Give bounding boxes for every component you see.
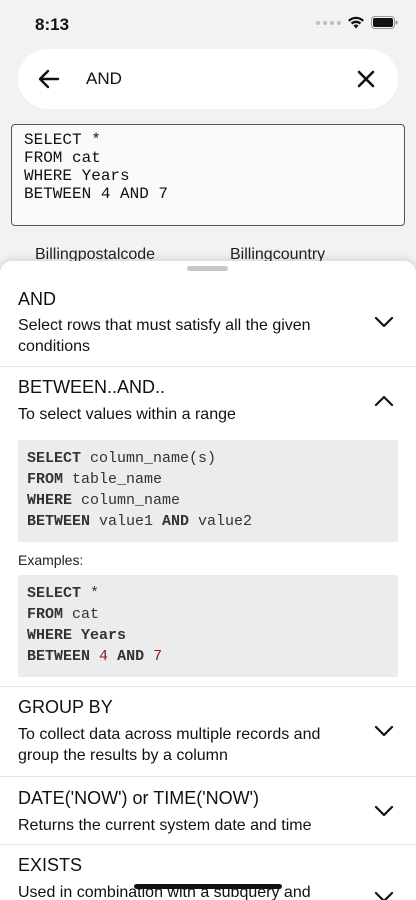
keyword-title: DATE('NOW') or TIME('NOW') [18,788,260,808]
code-number: 4 [99,648,109,665]
back-arrow-icon[interactable] [36,66,62,92]
home-indicator[interactable] [134,884,282,889]
code-text: table_name [63,471,163,488]
editor-line: FROM cat [24,149,101,167]
battery-icon [371,16,398,29]
keyword-title: EXISTS [18,855,83,875]
keyword-item-exists[interactable]: EXISTS Used in combination with a subque… [0,845,416,900]
keyword-item-date-now[interactable]: DATE('NOW') or TIME('NOW') Returns the c… [0,777,416,845]
code-keyword: SELECT [27,450,82,467]
sql-editor[interactable]: SELECT * FROM cat WHERE Years BETWEEN 4 AND… [11,124,405,226]
sheet-drag-handle[interactable] [187,266,228,271]
code-keyword: AND [162,513,190,530]
keyword-title: AND [18,289,57,309]
close-icon[interactable] [354,67,378,91]
example-code-block: SELECT * FROM cat WHERE Years BETWEEN 4 AND… [18,575,398,677]
code-text: Years [72,627,127,644]
code-keyword: SELECT [27,585,82,602]
chevron-up-icon[interactable] [374,395,394,407]
code-text: value2 [189,513,253,530]
code-keyword: WHERE [27,492,73,509]
editor-line: SELECT * [24,131,101,149]
keyword-description: To collect data across multiple records … [18,726,321,764]
chevron-down-icon[interactable] [374,725,394,737]
code-keyword: FROM [27,606,64,623]
code-number: 7 [153,648,163,665]
editor-line: WHERE Years [24,167,130,185]
code-text: value1 [90,513,163,530]
keyword-title: GROUP BY [18,697,113,717]
keyword-reference-sheet: AND Select rows that must satisfy all th… [0,261,416,900]
status-time: 8:13 [35,15,70,34]
status-icons [316,16,398,29]
search-bar: AND [18,49,398,109]
search-input[interactable]: AND [86,69,122,89]
code-text: cat [63,606,100,623]
keyword-title: BETWEEN..AND.. [18,377,166,397]
code-text: * [81,585,100,602]
keyword-item-group-by[interactable]: GROUP BY To collect data across multiple… [0,687,416,777]
chevron-down-icon[interactable] [374,891,394,900]
code-keyword: AND [117,648,145,665]
syntax-code-block: SELECT column_name(s) FROM table_name WHER… [18,440,398,542]
editor-line: BETWEEN 4 AND 7 [24,185,169,203]
keyword-description: To select values within a range [18,406,236,423]
code-keyword: FROM [27,471,64,488]
keyword-description: Select rows that must satisfy all the gi… [18,317,311,355]
code-text: column_name [72,492,181,509]
code-keyword: BETWEEN [27,648,91,665]
keyword-description: Returns the current system date and time [18,817,312,834]
code-keyword: WHERE [27,627,73,644]
code-keyword: BETWEEN [27,513,91,530]
keyword-item-and[interactable]: AND Select rows that must satisfy all th… [0,278,416,367]
chevron-down-icon[interactable] [374,805,394,817]
wifi-icon [348,16,364,29]
keyword-item-between[interactable]: BETWEEN..AND.. To select values within a… [0,367,416,687]
code-text: column_name(s) [81,450,217,467]
chevron-down-icon[interactable] [374,316,394,328]
examples-label: Examples: [18,552,84,568]
status-bar: 8:13 [0,0,416,48]
signal-icon [316,20,341,25]
